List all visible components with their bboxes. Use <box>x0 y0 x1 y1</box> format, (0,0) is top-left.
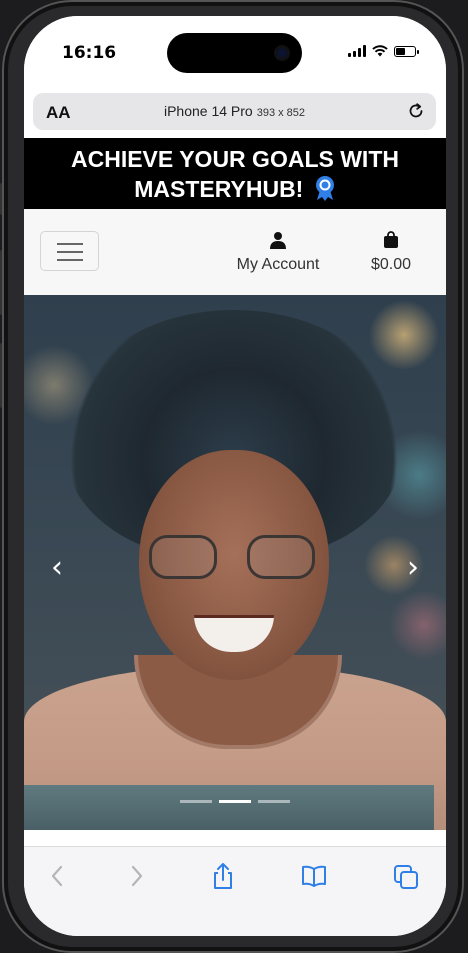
forward-icon[interactable] <box>122 861 152 891</box>
award-ribbon-icon <box>315 176 334 201</box>
screen: 16:16 AA iPhone 14 Pro 393 x 852 ACHIEVE… <box>24 16 446 936</box>
carousel-next-button[interactable]: › <box>398 553 428 583</box>
my-account-link[interactable]: My Account <box>232 231 324 274</box>
dynamic-island <box>167 33 302 73</box>
device-name: iPhone 14 Pro <box>163 103 253 119</box>
status-bar: 16:16 <box>24 16 446 90</box>
cart-total: $0.00 <box>370 256 412 273</box>
reload-icon[interactable] <box>406 101 426 121</box>
user-icon <box>270 232 286 249</box>
camera-icon <box>274 45 290 61</box>
bookmarks-icon[interactable] <box>299 861 329 891</box>
page-title: iPhone 14 Pro 393 x 852 <box>33 103 436 119</box>
banner-text: ACHIEVE YOUR GOALS WITH MASTERYHUB! <box>71 146 399 202</box>
carousel-indicator[interactable] <box>180 800 212 803</box>
site-navbar: My Account $0.00 <box>24 209 446 295</box>
carousel-prev-button[interactable]: ‹ <box>42 553 72 583</box>
shopping-bag-icon <box>384 231 398 248</box>
my-account-label: My Account <box>236 256 320 273</box>
promo-banner: ACHIEVE YOUR GOALS WITH MASTERYHUB! <box>24 138 446 209</box>
carousel-indicator-active[interactable] <box>219 800 251 803</box>
hero-image <box>24 295 446 830</box>
battery-icon <box>394 46 419 57</box>
wifi-icon <box>372 45 388 57</box>
menu-toggle-button[interactable] <box>40 231 99 271</box>
status-icons <box>348 45 419 57</box>
carousel-indicator[interactable] <box>258 800 290 803</box>
browser-toolbar <box>24 846 446 936</box>
status-time: 16:16 <box>62 43 117 63</box>
share-icon[interactable] <box>208 861 238 891</box>
tabs-icon[interactable] <box>391 861 421 891</box>
signal-icon <box>348 45 366 57</box>
device-dimensions: 393 x 852 <box>256 107 306 119</box>
cart-link[interactable]: $0.00 <box>367 231 415 274</box>
phone-mockup: 16:16 AA iPhone 14 Pro 393 x 852 ACHIEVE… <box>0 0 468 953</box>
address-bar[interactable]: AA iPhone 14 Pro 393 x 852 <box>33 93 436 130</box>
hero-carousel: ‹ › <box>24 295 446 830</box>
carousel-indicators <box>180 800 290 803</box>
back-icon[interactable] <box>42 861 72 891</box>
